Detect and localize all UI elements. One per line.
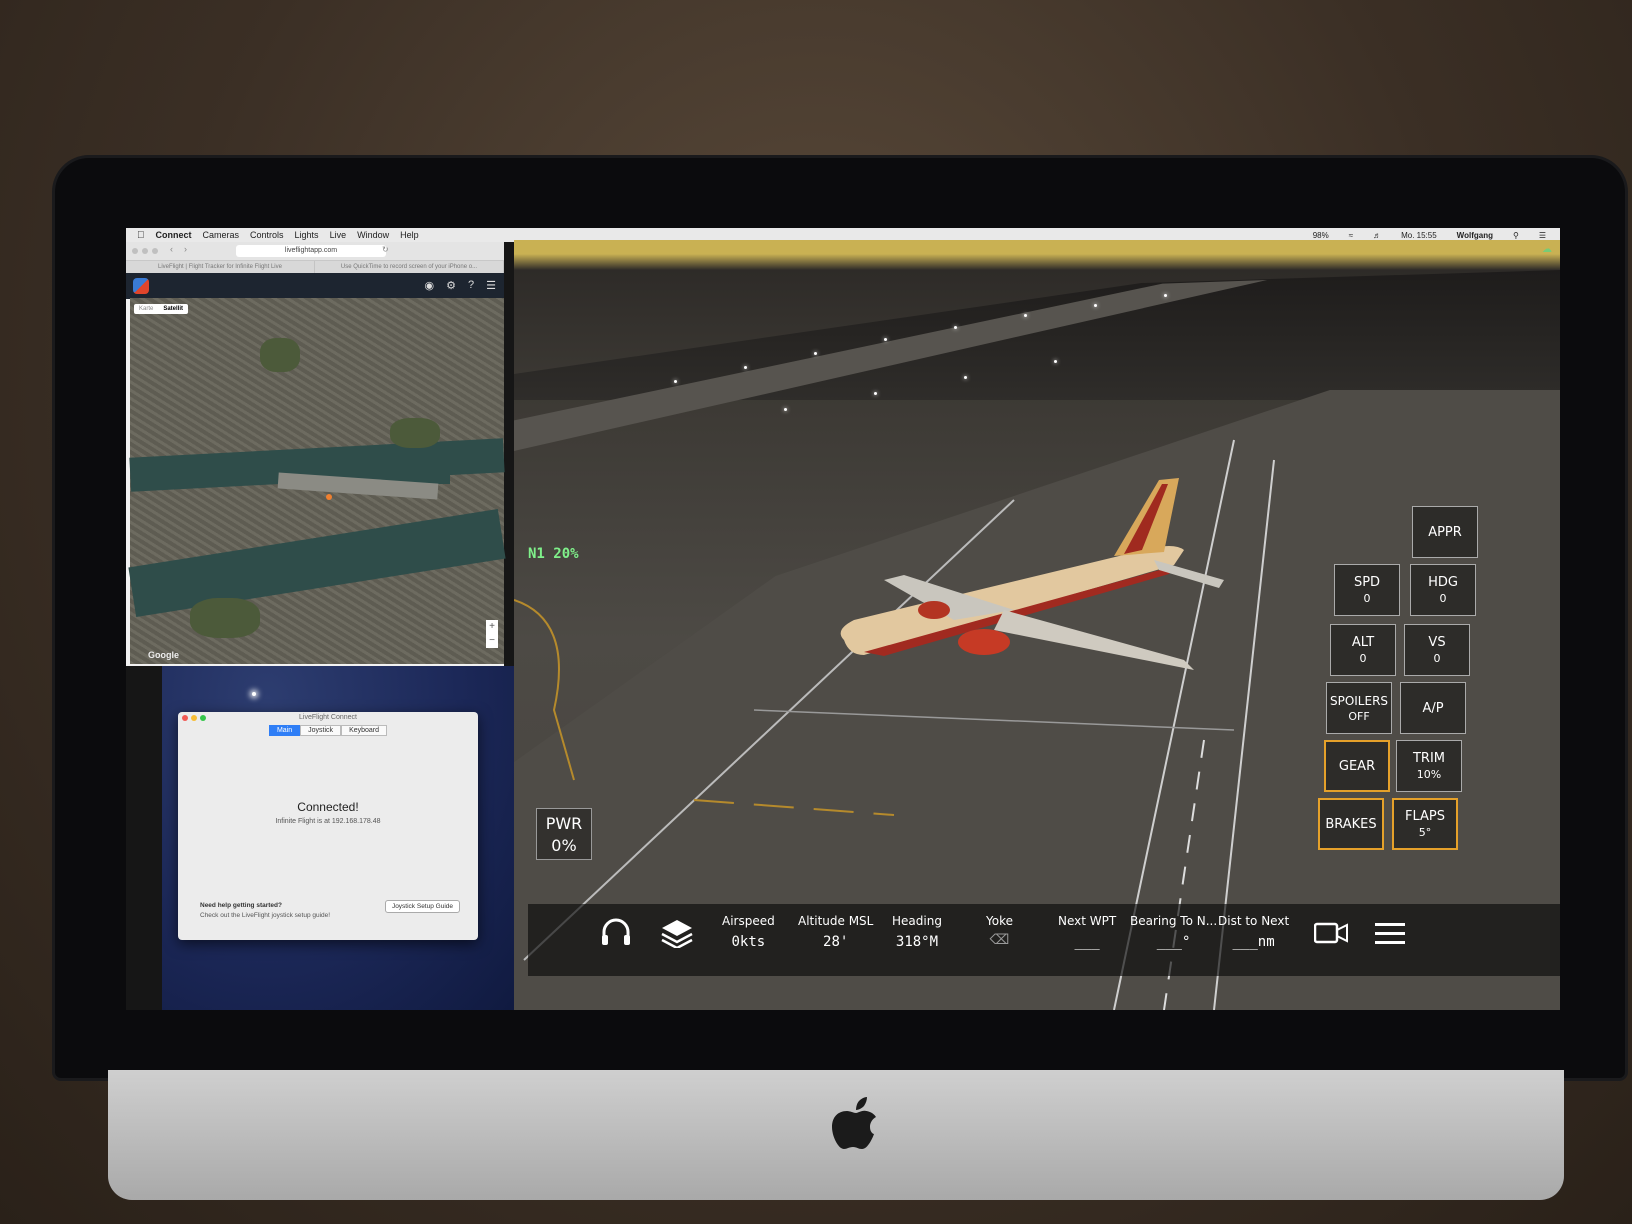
tab-keyboard[interactable]: Keyboard — [341, 725, 388, 736]
appr-button[interactable]: APPR — [1412, 506, 1478, 558]
tab-main[interactable]: Main — [268, 725, 301, 736]
flight-sim-view[interactable]: ☁ N1 20% PWR 0% APPR SPD 0 HDG 0 ALT 0 VS 0 … — [514, 240, 1560, 1010]
distance-readout[interactable]: Dist to Next ___nm — [1218, 914, 1289, 950]
tab-liveflight[interactable]: LiveFlight | Flight Tracker for Infinite… — [126, 261, 315, 273]
power-value: 0% — [551, 836, 577, 855]
headset-icon[interactable] — [600, 918, 632, 948]
back-icon[interactable]: ‹ — [170, 244, 173, 254]
menu-icon[interactable] — [1374, 922, 1406, 946]
map-type-satellit[interactable]: Satellit — [158, 304, 188, 314]
battery-status[interactable]: 98% — [1313, 231, 1329, 240]
menu-lights[interactable]: Lights — [295, 230, 319, 240]
aircraft-marker-icon[interactable] — [326, 494, 332, 500]
yoke-control[interactable]: Yoke ⌫ — [986, 914, 1013, 948]
menu-controls[interactable]: Controls — [250, 230, 284, 240]
browser-tabs: LiveFlight | Flight Tracker for Infinite… — [126, 261, 504, 273]
wifi-icon[interactable]: ≈ — [1349, 231, 1353, 240]
help-text: Check out the LiveFlight joystick setup … — [200, 912, 331, 919]
window-title: LiveFlight Connect — [178, 712, 478, 724]
liveflight-connect-window: LiveFlight Connect Main Joystick Keyboar… — [178, 712, 478, 940]
altitude-readout[interactable]: Altitude MSL 28' — [798, 914, 873, 950]
heading-readout[interactable]: Heading 318°M — [892, 914, 942, 950]
filter-icon[interactable]: ◉ — [425, 279, 435, 292]
connect-tabs: Main Joystick Keyboard — [178, 725, 478, 736]
power-indicator[interactable]: PWR 0% — [536, 808, 592, 860]
connection-detail: Infinite Flight is at 192.168.178.48 — [275, 818, 381, 825]
window-controls[interactable] — [132, 248, 158, 254]
star-decoration — [252, 692, 256, 696]
clock[interactable]: Mo. 15:55 — [1401, 231, 1437, 240]
screen:  Connect Cameras Controls Lights Live W… — [126, 228, 1560, 1010]
n1-readout: N1 20% — [528, 546, 579, 562]
menu-help[interactable]: Help — [400, 230, 419, 240]
spd-button[interactable]: SPD 0 — [1334, 564, 1400, 616]
tab-quicktime[interactable]: Use QuickTime to record screen of your i… — [315, 261, 504, 273]
connection-signal-icon: ☁ — [1542, 244, 1552, 255]
satellite-map[interactable]: Karte Satellit + − Google — [128, 298, 506, 664]
address-bar[interactable]: liveflightapp.com — [236, 245, 386, 257]
zoom-in-icon[interactable]: + — [486, 620, 498, 634]
hdg-value: 0 — [1439, 592, 1447, 605]
menu-window[interactable]: Window — [357, 230, 389, 240]
tab-joystick[interactable]: Joystick — [300, 725, 342, 736]
hamburger-menu-icon[interactable]: ☰ — [486, 279, 496, 292]
help-icon[interactable]: ? — [468, 279, 474, 292]
vs-value: 0 — [1433, 652, 1441, 665]
trim-value: 10% — [1416, 768, 1442, 781]
liveflight-logo-icon — [133, 278, 149, 294]
airspeed-readout[interactable]: Airspeed 0kts — [722, 914, 775, 950]
spotlight-search-icon[interactable]: ⚲ — [1513, 231, 1519, 240]
help-title: Need help getting started? — [200, 902, 282, 909]
spd-value: 0 — [1363, 592, 1371, 605]
spoilers-button[interactable]: SPOILERS OFF — [1326, 682, 1392, 734]
zoom-out-icon[interactable]: − — [486, 634, 498, 648]
camera-icon[interactable] — [1314, 922, 1348, 944]
next-wpt-readout[interactable]: Next WPT ___ — [1058, 914, 1116, 950]
flaps-button[interactable]: FLAPS 5° — [1392, 798, 1458, 850]
volume-icon[interactable]: ♬ — [1373, 231, 1381, 240]
map-type-toggle[interactable]: Karte Satellit — [134, 304, 189, 314]
connection-status: Connected! — [297, 800, 359, 814]
yoke-icon: ⌫ — [989, 932, 1010, 948]
bearing-readout[interactable]: Bearing To N... ___° — [1130, 914, 1217, 950]
apple-menu-icon[interactable]:  — [137, 230, 145, 241]
notification-center-icon[interactable]: ☰ — [1539, 231, 1546, 240]
vs-button[interactable]: VS 0 — [1404, 624, 1470, 676]
google-logo: Google — [148, 650, 179, 660]
gear-button[interactable]: GEAR — [1324, 740, 1390, 792]
aircraft — [840, 478, 1224, 670]
menu-connect[interactable]: Connect — [156, 230, 192, 240]
browser-window: ‹ › liveflightapp.com ↻ LiveFlight | Fli… — [126, 242, 506, 666]
alt-value: 0 — [1359, 652, 1367, 665]
settings-icon[interactable]: ⚙ — [446, 279, 456, 292]
hdg-button[interactable]: HDG 0 — [1410, 564, 1476, 616]
liveflight-header: ◉ ⚙ ? ☰ — [126, 273, 504, 299]
menu-live[interactable]: Live — [330, 230, 347, 240]
apple-logo-icon — [832, 1097, 876, 1149]
brakes-button[interactable]: BRAKES — [1318, 798, 1384, 850]
layers-icon[interactable] — [660, 918, 694, 948]
map-type-karte[interactable]: Karte — [134, 304, 158, 314]
autopilot-button[interactable]: A/P — [1400, 682, 1466, 734]
flaps-value: 5° — [1418, 826, 1432, 839]
window-controls[interactable] — [182, 715, 206, 721]
alt-button[interactable]: ALT 0 — [1330, 624, 1396, 676]
reload-icon[interactable]: ↻ — [382, 245, 389, 254]
power-label: PWR — [545, 814, 583, 833]
forward-icon[interactable]: › — [184, 244, 187, 254]
bottom-info-bar: Airspeed 0kts Altitude MSL 28' Heading 318°… — [528, 904, 1560, 976]
joystick-setup-guide-button[interactable]: Joystick Setup Guide — [384, 900, 460, 913]
trim-button[interactable]: TRIM 10% — [1396, 740, 1462, 792]
user-name[interactable]: Wolfgang — [1457, 231, 1493, 240]
spoilers-value: OFF — [1348, 709, 1370, 723]
menu-cameras[interactable]: Cameras — [203, 230, 240, 240]
map-zoom-control[interactable]: + − — [486, 620, 498, 648]
browser-toolbar: ‹ › liveflightapp.com ↻ — [126, 242, 504, 261]
